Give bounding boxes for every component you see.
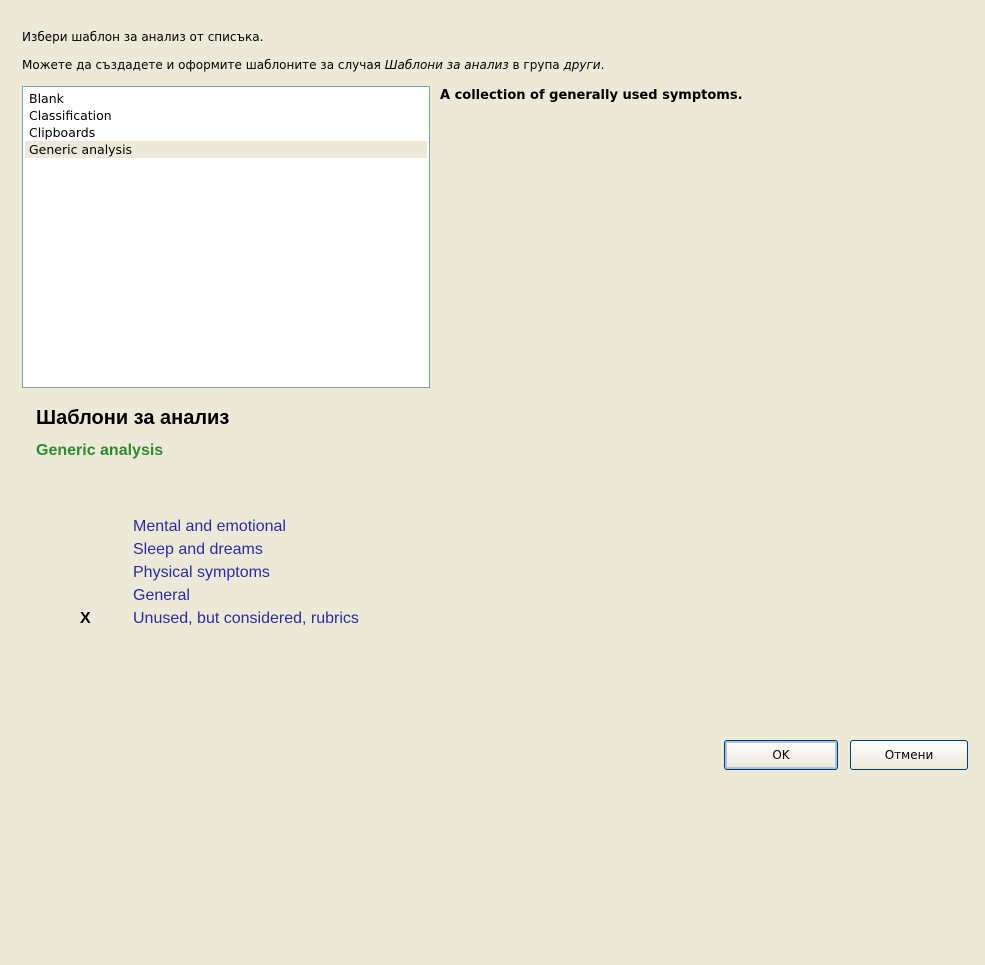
section-label: Sleep and dreams: [133, 541, 263, 558]
section-row: Sleep and dreams: [0, 538, 520, 561]
list-item-generic-analysis[interactable]: Generic analysis: [25, 141, 427, 158]
preview-title: Шаблони за анализ: [36, 407, 230, 429]
list-item-blank[interactable]: Blank: [25, 90, 427, 107]
instruction-text: Избери шаблон за анализ от списъка.: [22, 30, 264, 44]
section-label: General: [133, 587, 190, 604]
instruction-italic-group: други: [563, 58, 601, 72]
instruction-prefix: Можете да създадете и оформите шаблоните…: [22, 58, 385, 72]
section-row: Physical symptoms: [0, 561, 520, 584]
instruction-text-2: Можете да създадете и оформите шаблоните…: [22, 58, 604, 72]
section-label: Unused, but considered, rubrics: [133, 610, 359, 627]
list-item-classification[interactable]: Classification: [25, 107, 427, 124]
template-description: A collection of generally used symptoms.: [440, 88, 743, 103]
section-row: Mental and emotional: [0, 515, 520, 538]
list-item-clipboards[interactable]: Clipboards: [25, 124, 427, 141]
section-label: Mental and emotional: [133, 518, 286, 535]
ok-button[interactable]: OK: [724, 740, 838, 770]
template-listbox[interactable]: Blank Classification Clipboards Generic …: [22, 86, 430, 388]
template-dialog: Избери шаблон за анализ от списъка. Може…: [0, 0, 985, 965]
section-label: Physical symptoms: [133, 564, 270, 581]
preview-sections: Mental and emotional Sleep and dreams Ph…: [0, 515, 520, 630]
section-row: General: [0, 584, 520, 607]
section-row: X Unused, but considered, rubrics: [0, 607, 520, 630]
cancel-button[interactable]: Отмени: [850, 740, 968, 770]
instruction-middle: в група: [508, 58, 564, 72]
instruction-suffix: .: [600, 58, 605, 72]
instruction-italic-templates: Шаблони за анализ: [384, 58, 509, 72]
unused-mark: X: [80, 610, 91, 627]
preview-subtitle: Generic analysis: [36, 442, 164, 459]
